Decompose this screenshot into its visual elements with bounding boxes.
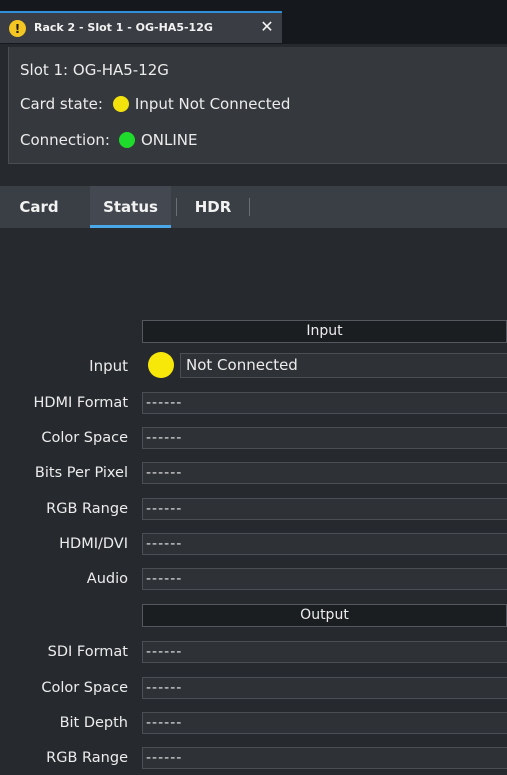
input-section-header: Input: [142, 320, 507, 343]
tab-divider: [249, 198, 250, 216]
bits-per-pixel-value: ------: [142, 462, 507, 484]
input-rgb-range-label: RGB Range: [46, 501, 128, 517]
input-status-value: Not Connected: [180, 353, 507, 378]
hdmi-format-label: HDMI Format: [33, 395, 128, 411]
hdmi-format-value: ------: [142, 392, 507, 414]
card-info-panel: Slot 1: OG-HA5-12G Card state: Input Not…: [8, 47, 507, 164]
tab-status[interactable]: Status: [90, 186, 171, 228]
hdmi-dvi-label: HDMI/DVI: [59, 536, 128, 552]
tab-card[interactable]: Card: [0, 186, 78, 228]
card-state-indicator-icon: [112, 96, 129, 112]
document-tab-title: Rack 2 - Slot 1 - OG-HA5-12G: [34, 21, 213, 34]
connection-label: Connection:: [20, 131, 110, 149]
output-color-space-label: Color Space: [41, 680, 128, 696]
close-icon[interactable]: ✕: [258, 17, 276, 37]
sdi-format-label: SDI Format: [47, 644, 128, 660]
connection-value: ONLINE: [140, 131, 198, 149]
input-rgb-range-value: ------: [142, 498, 507, 520]
slot-title: Slot 1: OG-HA5-12G: [20, 61, 169, 79]
main-tab-bar: Card Status HDR: [0, 186, 507, 228]
connection-line: Connection: ONLINE: [20, 129, 197, 151]
output-rgb-range-value: ------: [142, 747, 507, 769]
input-color-space-label: Color Space: [41, 430, 128, 446]
document-tab[interactable]: ! Rack 2 - Slot 1 - OG-HA5-12G ✕: [0, 11, 282, 43]
bit-depth-value: ------: [142, 712, 507, 734]
window-tab-strip: ! Rack 2 - Slot 1 - OG-HA5-12G ✕: [0, 0, 507, 44]
output-rgb-range-label: RGB Range: [46, 750, 128, 766]
tab-divider: [176, 198, 177, 216]
audio-label: Audio: [86, 571, 128, 587]
output-color-space-value: ------: [142, 677, 507, 699]
hdmi-dvi-value: ------: [142, 533, 507, 555]
bits-per-pixel-label: Bits Per Pixel: [34, 465, 128, 481]
card-state-label: Card state:: [20, 95, 103, 113]
tab-hdr[interactable]: HDR: [178, 186, 248, 228]
card-state-line: Card state: Input Not Connected: [20, 93, 290, 115]
card-state-value: Input Not Connected: [134, 95, 291, 113]
sdi-format-value: ------: [142, 641, 507, 663]
connection-indicator-icon: [118, 132, 135, 148]
audio-value: ------: [142, 568, 507, 590]
output-section-header: Output: [142, 604, 507, 627]
input-status-indicator-icon: [148, 352, 174, 378]
bit-depth-label: Bit Depth: [59, 715, 128, 731]
input-label: Input: [89, 357, 128, 375]
warning-icon: !: [9, 20, 26, 37]
input-color-space-value: ------: [142, 427, 507, 449]
